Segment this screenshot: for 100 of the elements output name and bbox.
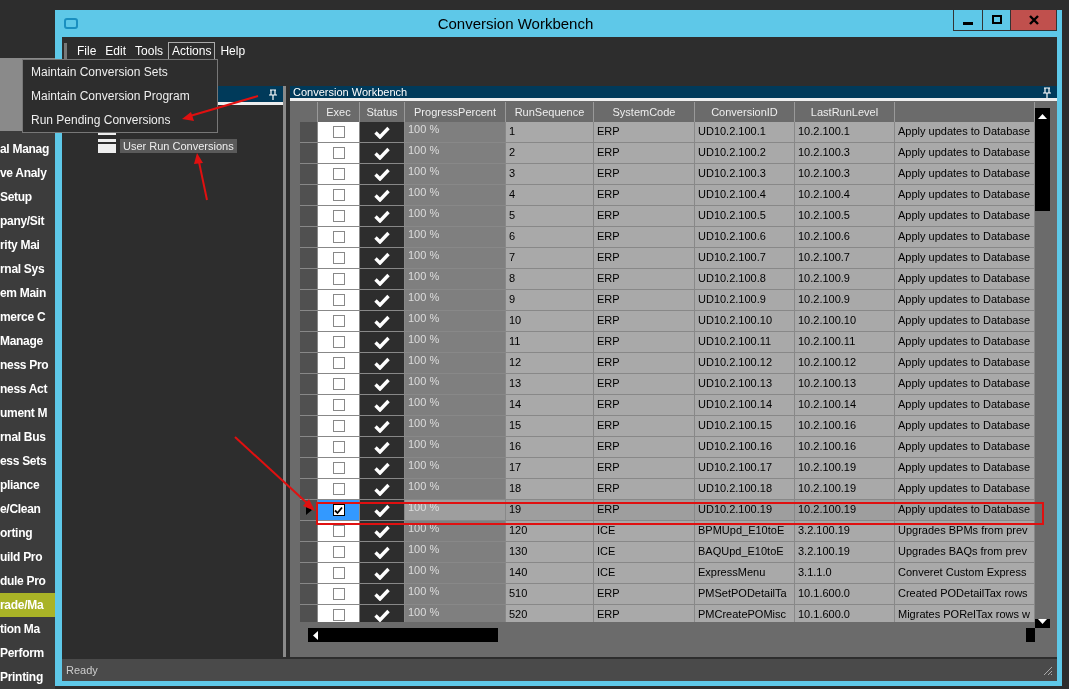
menu-option[interactable]: Run Pending Conversions [23,108,217,132]
table-cell: 3.2.100.19 [798,545,850,557]
menu-item[interactable]: Tools [131,42,168,60]
checkbox[interactable] [332,189,345,201]
table-cell: ERP [597,272,620,284]
table-cell: 4 [509,188,516,200]
table-cell: 10.2.100.11 [798,335,856,347]
toolbar-grip[interactable] [64,43,67,59]
scroll-left-icon[interactable] [313,630,318,640]
checkbox[interactable] [332,231,345,243]
nav-item[interactable]: rnal Bus [0,425,55,449]
table-cell: Apply updates to Database [898,335,1031,347]
nav-item[interactable]: merce C [0,305,55,329]
table-cell: Migrates PORelTax rows w [898,608,1031,620]
checkbox[interactable] [332,126,345,138]
nav-item[interactable]: dule Pro [0,569,55,593]
tree-item[interactable]: User Run Conversions [120,139,237,153]
scroll-up-icon[interactable] [1038,114,1047,119]
checkbox[interactable] [332,252,345,264]
checkbox[interactable] [332,483,345,495]
nav-item[interactable]: pany/Sit [0,209,55,233]
checkbox[interactable] [332,420,345,432]
nav-item[interactable]: ess Sets [0,449,55,473]
table-cell: 10.2.100.7 [798,251,850,263]
table-cell: Apply updates to Database [898,167,1031,179]
vertical-scrollbar[interactable] [1035,108,1050,628]
table-cell: ERP [597,188,620,200]
checkbox[interactable] [332,462,345,474]
nav-item[interactable]: Perform [0,641,55,665]
checkbox[interactable] [332,399,345,411]
nav-item[interactable]: ve Analy [0,161,55,185]
table-cell: Apply updates to Database [898,377,1031,389]
checkbox[interactable] [332,336,345,348]
table-cell: Apply updates to Database [898,146,1031,158]
table-cell: 510 [509,587,528,599]
scroll-thumb[interactable] [308,628,498,642]
table-cell: 18 [509,482,522,494]
checkbox[interactable] [332,567,345,579]
nav-item[interactable]: ness Act [0,377,55,401]
table-cell: 10 [509,314,522,326]
checkbox[interactable] [332,273,345,285]
nav-item[interactable]: ument M [0,401,55,425]
nav-item[interactable]: rity Mai [0,233,55,257]
nav-item[interactable]: tion Ma [0,617,55,641]
menu-item[interactable]: Edit [101,42,131,60]
table-cell: 100 % [408,543,440,555]
checkbox[interactable] [332,609,345,621]
table-cell: ERP [597,230,620,242]
table-cell: 10.2.100.9 [798,293,850,305]
pin-icon[interactable] [1043,86,1051,98]
table-cell: ERP [597,209,620,221]
window-title: Conversion Workbench [436,15,595,32]
checkbox[interactable] [332,294,345,306]
table-cell: UD10.2.100.14 [698,398,772,410]
pin-icon[interactable] [269,88,278,100]
status-text: Ready [66,664,98,676]
table-cell: Apply updates to Database [898,398,1031,410]
nav-item[interactable]: Setup [0,185,55,209]
table-cell: Apply updates to Database [898,482,1031,494]
nav-item[interactable]: rnal Sys [0,257,55,281]
table-cell: ERP [597,461,620,473]
menu-option[interactable]: Maintain Conversion Program [23,84,217,108]
table-cell: UD10.2.100.11 [698,335,772,347]
nav-item[interactable]: pliance [0,473,55,497]
checkbox[interactable] [332,441,345,453]
table-cell: 100 % [408,480,440,492]
nav-item[interactable]: uild Pro [0,545,55,569]
nav-item[interactable]: al Manag [0,137,55,161]
checkbox[interactable] [332,147,345,159]
checkbox[interactable] [332,546,345,558]
nav-item[interactable]: ness Pro [0,353,55,377]
checkbox[interactable] [332,210,345,222]
menu-option[interactable]: Maintain Conversion Sets [23,60,217,84]
checkbox[interactable] [332,357,345,369]
table-cell: 100 % [408,333,440,345]
checkbox[interactable] [332,504,345,516]
table-cell: 1 [509,125,516,137]
minimize-icon [963,21,973,25]
menu-item[interactable]: File [73,42,101,60]
checkbox[interactable] [332,588,345,600]
table-cell: 11 [509,335,521,347]
checkbox[interactable] [332,525,345,537]
checkbox[interactable] [332,315,345,327]
nav-item[interactable]: e/Clean [0,497,55,521]
table-cell: UD10.2.100.8 [698,272,766,284]
checkbox[interactable] [332,378,345,390]
nav-item[interactable]: Manage [0,329,55,353]
table-cell: 10.2.100.4 [798,188,850,200]
nav-item[interactable]: em Main [0,281,55,305]
nav-item[interactable]: orting [0,521,55,545]
table-cell: ERP [597,125,620,137]
menu-item[interactable]: Help [216,42,250,60]
table-cell: Apply updates to Database [898,125,1031,137]
close-button[interactable] [1010,10,1056,30]
nav-item[interactable]: Printing [0,665,55,689]
resize-grip-icon[interactable] [1041,664,1053,676]
checkbox[interactable] [332,168,345,180]
table-cell: ERP [597,293,620,305]
table-cell: 8 [509,272,516,284]
table-cell: ERP [597,314,620,326]
